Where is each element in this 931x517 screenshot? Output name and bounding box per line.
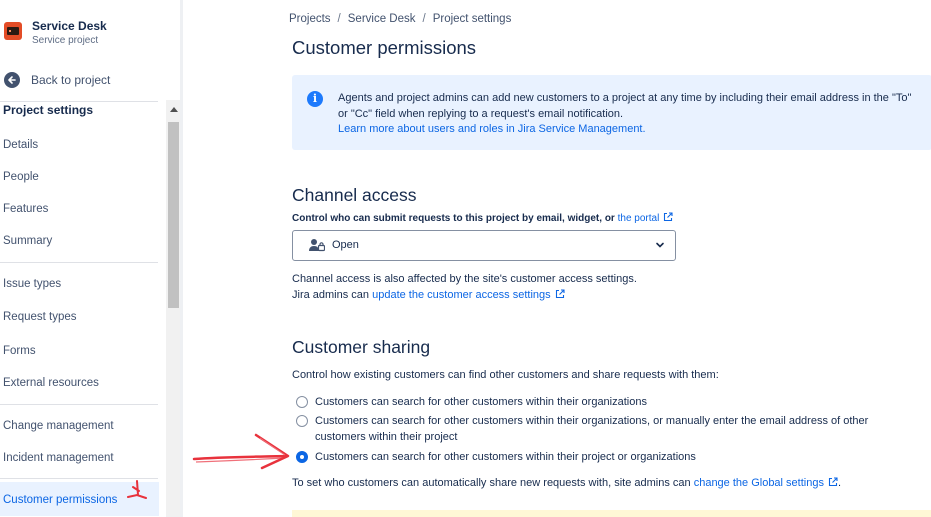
sidebar-item-summary[interactable]: Summary [3,235,52,247]
channel-access-note: Channel access is also affected by the s… [292,273,637,285]
external-link-icon [828,477,838,487]
external-link-icon [555,289,565,299]
customer-sharing-heading: Customer sharing [292,337,431,357]
annotation-arrow-icon [192,433,290,470]
channel-access-label: Control who can submit requests to this … [292,212,673,224]
update-customer-access-link[interactable]: update the customer access settings [372,289,551,301]
channel-access-select[interactable]: Open [292,230,676,261]
user-lock-icon [309,239,325,252]
info-banner-text: Agents and project admins can add new cu… [338,92,912,120]
channel-access-admin-prefix: Jira admins can [292,289,370,301]
warning-banner [292,510,931,517]
sidebar: Service Desk Service project Back to pro… [0,0,182,517]
channel-access-heading: Channel access [292,185,417,205]
change-global-settings-link[interactable]: change the Global settings [694,477,824,489]
project-name: Service Desk [32,19,107,33]
project-avatar-icon [4,22,22,40]
radio-checked[interactable] [296,451,308,463]
breadcrumb-separator: / [422,13,426,25]
page-title: Customer permissions [292,37,477,58]
sidebar-item-details[interactable]: Details [3,139,38,151]
sidebar-item-change-management[interactable]: Change management [3,420,114,432]
info-icon: i [307,91,323,107]
radio-unchecked[interactable] [296,415,308,427]
nav-divider [0,101,158,102]
nav-divider [0,404,158,405]
channel-access-label-text: Control who can submit requests to this … [292,213,615,224]
sidebar-item-request-types[interactable]: Request types [3,311,77,323]
arrow-left-icon [4,72,20,88]
global-settings-note: To set who customers can automatically s… [292,477,841,489]
info-banner: i Agents and project admins can add new … [292,75,931,150]
sidebar-item-incident-management[interactable]: Incident management [3,452,114,464]
breadcrumb-projects[interactable]: Projects [289,13,331,25]
learn-more-link[interactable]: Learn more about users and roles in Jira… [338,123,646,135]
chevron-down-icon [656,242,664,248]
sharing-option-label: Customers can search for other customers… [315,396,647,408]
info-banner-body: Agents and project admins can add new cu… [338,91,923,138]
sidebar-border [180,0,183,517]
nav-section-heading: Project settings [3,103,94,117]
channel-access-admin-note: Jira admins can update the customer acce… [292,289,565,301]
sidebar-item-customer-permissions-label[interactable]: Customer permissions [3,494,117,506]
sharing-option-label: Customers can search for other customers… [315,415,869,443]
sharing-option-label: Customers can search for other customers… [315,451,696,463]
radio-unchecked[interactable] [296,396,308,408]
annotation-mark-icon [127,480,147,499]
breadcrumb: Projects / Service Desk / Project settings [289,13,511,25]
external-link-icon [664,212,673,222]
sidebar-item-issue-types[interactable]: Issue types [3,278,61,290]
sidebar-item-forms[interactable]: Forms [3,345,36,357]
sidebar-scrollbar-thumb[interactable] [168,122,179,308]
sidebar-item-people[interactable]: People [3,171,39,183]
back-to-project-label: Back to project [31,73,111,87]
breadcrumb-project-settings[interactable]: Project settings [433,13,512,25]
portal-link[interactable]: the portal [618,213,660,224]
back-to-project-link[interactable]: Back to project [4,70,154,90]
scroll-up-arrow-icon[interactable] [168,104,179,116]
channel-access-value: Open [332,239,359,251]
sidebar-item-features[interactable]: Features [3,203,48,215]
global-settings-prefix: To set who customers can automatically s… [292,477,691,489]
project-type: Service project [32,35,99,46]
breadcrumb-separator: / [337,13,341,25]
breadcrumb-service-desk[interactable]: Service Desk [348,13,416,25]
customer-sharing-description: Control how existing customers can find … [292,369,719,381]
global-settings-suffix: . [837,477,842,489]
sidebar-item-external-resources[interactable]: External resources [3,377,99,389]
nav-divider [0,262,158,263]
